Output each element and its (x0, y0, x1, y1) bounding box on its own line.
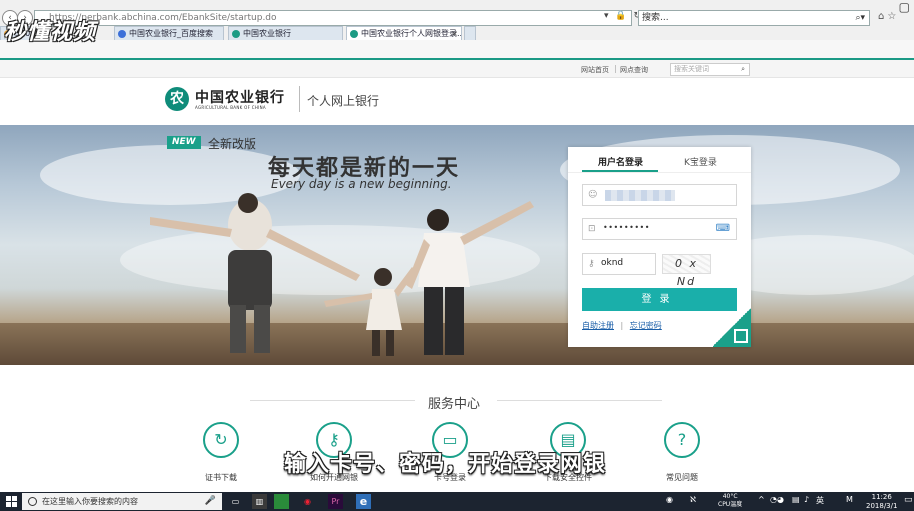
bank-name-cn: 中国农业银行 (195, 90, 285, 106)
ie-browser-icon[interactable]: e (356, 494, 371, 509)
soft-keyboard-icon[interactable]: ⌨ (716, 223, 730, 234)
username-field[interactable]: ☺ (582, 184, 737, 206)
green-app-icon[interactable] (274, 494, 289, 509)
page-title: 个人网上银行 (307, 94, 380, 108)
browser-chrome: ▢ ‹ › https://perbank.abchina.com/EbankS… (0, 0, 914, 58)
microphone-icon[interactable]: 🎤 (205, 493, 216, 510)
child-figure (324, 267, 416, 356)
tray-m-icon[interactable]: M (846, 495, 853, 504)
link-site-home[interactable]: 网站首页 (581, 65, 609, 75)
tray-mode-icon[interactable]: ℵ (690, 495, 696, 504)
address-bar[interactable]: https://perbank.abchina.com/EbankSite/st… (34, 10, 632, 26)
browser-search-placeholder: 搜索... (642, 13, 669, 23)
active-tab-indicator (582, 170, 658, 172)
link-separator: | (620, 321, 624, 330)
tab-favicon-icon (118, 30, 126, 38)
tab-username-login[interactable]: 用户名登录 (598, 155, 643, 168)
cpu-temperature[interactable]: 40°C CPU温度 (718, 493, 742, 509)
captcha-image[interactable]: 0 x Nd (662, 254, 711, 288)
site-search-input[interactable]: 搜索关键词 ⌕ (670, 63, 750, 76)
cpu-temp-label: CPU温度 (718, 501, 743, 508)
tab-kbao-login[interactable]: K宝登录 (684, 155, 717, 168)
abc-emblem-icon: 农 (165, 87, 189, 111)
brand-divider (299, 86, 300, 112)
password-value: ••••••••• (603, 223, 650, 232)
home-star-icons[interactable]: ⌂☆ (878, 11, 899, 22)
taskbar-search-placeholder: 在这里输入你要搜索的内容 (42, 497, 138, 506)
service-faq[interactable]: ? 常见问题 (642, 422, 722, 483)
service-label: 常见问题 (666, 473, 698, 482)
father-figure (406, 201, 534, 355)
new-version-label: 全新改版 (208, 137, 257, 151)
tab-abc-login[interactable]: 中国农业银行个人网银登录... × (346, 26, 462, 40)
window-restore-button[interactable]: ▢ (899, 0, 910, 14)
tab-baidu-search[interactable]: 中国农业银行_百度搜索 (114, 26, 224, 40)
captcha-value: oknd (601, 258, 624, 268)
password-field[interactable]: ⊡ ••••••••• ⌨ (582, 218, 737, 240)
user-icon: ☺ (588, 190, 598, 200)
tray-color-icon[interactable]: ◔◕ (770, 495, 784, 504)
notification-icon[interactable]: ▭ (904, 495, 913, 505)
lock-icon: ⊡ (588, 224, 596, 234)
premiere-icon[interactable]: Pr (328, 494, 343, 509)
hero-banner: NEW 全新改版 每天都是新的一天 Every day is a new beg… (0, 125, 914, 365)
file-explorer-icon[interactable]: ▥ (252, 494, 267, 509)
site-search-placeholder: 搜索关键词 (674, 65, 709, 73)
clock[interactable]: 11:26 2018/3/1 (866, 493, 897, 511)
divider-line (250, 400, 415, 401)
service-center-title: 服务中心 (428, 397, 481, 412)
login-panel: 用户名登录 K宝登录 ☺ ⊡ ••••••••• ⌨ ⚷ oknd 0 x Nd… (568, 147, 751, 347)
recorder-app-icon[interactable]: ◉ (300, 494, 315, 509)
tab-abc-home[interactable]: 中国农业银行 (228, 26, 343, 40)
search-icon[interactable]: ⌕▾ (855, 11, 865, 25)
topbar-separator: | (614, 64, 617, 73)
new-badge: NEW (167, 136, 201, 149)
key-icon: ⚷ (588, 259, 595, 269)
mother-figure (150, 193, 360, 353)
refresh-icon: ↻ (203, 422, 239, 458)
login-tabs: 用户名登录 K宝登录 (568, 147, 751, 173)
clock-time: 11:26 (871, 493, 892, 501)
browser-search-input[interactable]: 搜索... ⌕▾ (638, 10, 870, 26)
site-topbar: 网站首页 | 网点查询 搜索关键词 ⌕ (0, 60, 914, 78)
tray-chevron-icon[interactable]: ^ (758, 495, 765, 504)
search-icon[interactable]: ⌕ (741, 64, 745, 75)
favorites-bar (0, 40, 914, 58)
captcha-field[interactable]: ⚷ oknd (582, 253, 656, 275)
tab-strip: 360... 中国农业银行_百度搜索 中国农业银行 中国农业银行个人网银登录..… (0, 26, 914, 40)
volume-icon[interactable]: ♪ (804, 495, 809, 504)
hero-slogan-en: Every day is a new beginning. (271, 177, 452, 191)
video-watermark: 秒懂视频 (4, 20, 97, 45)
login-links: 自助注册 | 忘记密码 (582, 320, 662, 331)
tab-close-icon[interactable]: × (451, 27, 458, 40)
divider-line (497, 400, 662, 401)
ime-indicator[interactable]: 英 (816, 495, 824, 506)
clock-date: 2018/3/1 (866, 502, 898, 510)
username-value-blurred (605, 190, 675, 201)
tab-favicon-icon (232, 30, 240, 38)
video-subtitle: 输入卡号、密码，开始登录网银 (284, 452, 607, 477)
new-tab-button[interactable] (464, 26, 476, 40)
network-icon[interactable]: ▤ (792, 495, 800, 504)
windows-taskbar: 在这里输入你要搜索的内容 🎤 ▭ ▥ ◉ Pr e ◉ ℵ 40°C CPU温度… (0, 492, 914, 511)
tab-favicon-icon (350, 30, 358, 38)
help-icon: ? (664, 422, 700, 458)
service-cert-download[interactable]: ↻ 证书下载 (181, 422, 261, 483)
forgot-password-link[interactable]: 忘记密码 (630, 321, 662, 330)
cpu-temp-value: 40°C (722, 493, 738, 500)
bank-name-en: AGRICULTURAL BANK OF CHINA (195, 105, 266, 110)
windows-start-icon[interactable] (6, 496, 17, 507)
web-page: 网站首页 | 网点查询 搜索关键词 ⌕ 农 中国农业银行 AGRICULTURA… (0, 58, 914, 492)
qr-code-icon[interactable] (713, 307, 751, 347)
link-branch-search[interactable]: 网点查询 (620, 65, 648, 75)
task-view-icon[interactable]: ▭ (228, 494, 243, 509)
register-link[interactable]: 自助注册 (582, 321, 614, 330)
cortana-icon (28, 497, 37, 506)
tray-app-icon[interactable]: ◉ (666, 495, 673, 504)
taskbar-search-input[interactable]: 在这里输入你要搜索的内容 🎤 (22, 493, 222, 510)
service-label: 证书下载 (205, 473, 237, 482)
